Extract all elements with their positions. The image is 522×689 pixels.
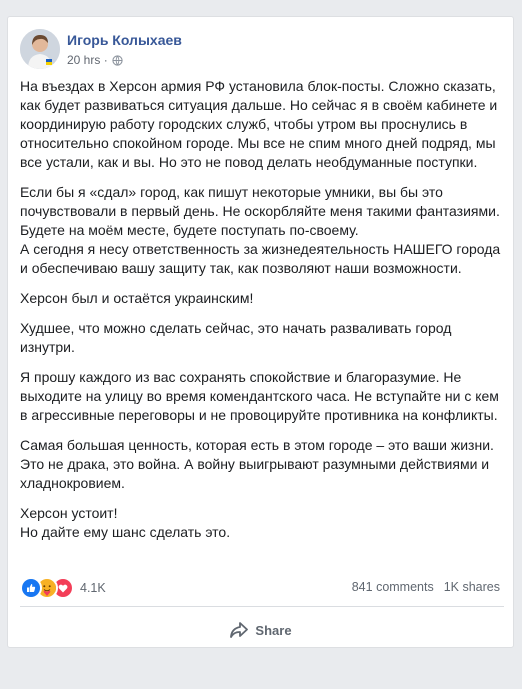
comments-count[interactable]: 841 comments — [352, 580, 434, 594]
post-paragraph: Я прошу каждого из вас сохранять спокойс… — [20, 369, 499, 423]
author-avatar[interactable] — [20, 29, 60, 69]
post-paragraph: Самая большая ценность, которая есть в э… — [20, 437, 494, 491]
post-paragraph: На въездах в Херсон армия РФ установила … — [20, 78, 498, 170]
action-divider — [20, 606, 504, 607]
post-body: На въездах в Херсон армия РФ установила … — [20, 77, 504, 553]
author-name[interactable]: Игорь Колыхаев — [67, 32, 182, 48]
post-paragraph: Если бы я «сдал» город, как пишут некото… — [20, 184, 501, 276]
engagement-counts: 841 comments 1K shares — [352, 580, 500, 594]
share-arrow-icon — [230, 622, 249, 638]
meta-separator: · — [100, 53, 108, 67]
shares-count[interactable]: 1K shares — [444, 580, 500, 594]
reactions-summary[interactable]: 4.1K — [20, 577, 106, 599]
post-card: Игорь Колыхаев 20 hrs · На въездах в Хер… — [7, 16, 514, 648]
globe-icon[interactable] — [112, 54, 123, 66]
post-paragraph: Херсон был и остаётся украинским! — [20, 290, 254, 306]
like-icon — [20, 577, 42, 599]
post-paragraph: Худшее, что можно сделать сейчас, это на… — [20, 320, 452, 355]
post-timestamp[interactable]: 20 hrs — [67, 53, 100, 67]
post-paragraph: Херсон устоит! Но дайте ему шанс сделать… — [20, 505, 231, 540]
share-label: Share — [255, 622, 292, 638]
share-button[interactable]: Share — [8, 615, 513, 645]
post-stats: 4.1K 841 comments 1K shares — [20, 577, 504, 599]
avatar-image — [20, 29, 60, 69]
reaction-count[interactable]: 4.1K — [80, 581, 106, 595]
post-meta: 20 hrs · — [67, 53, 123, 67]
